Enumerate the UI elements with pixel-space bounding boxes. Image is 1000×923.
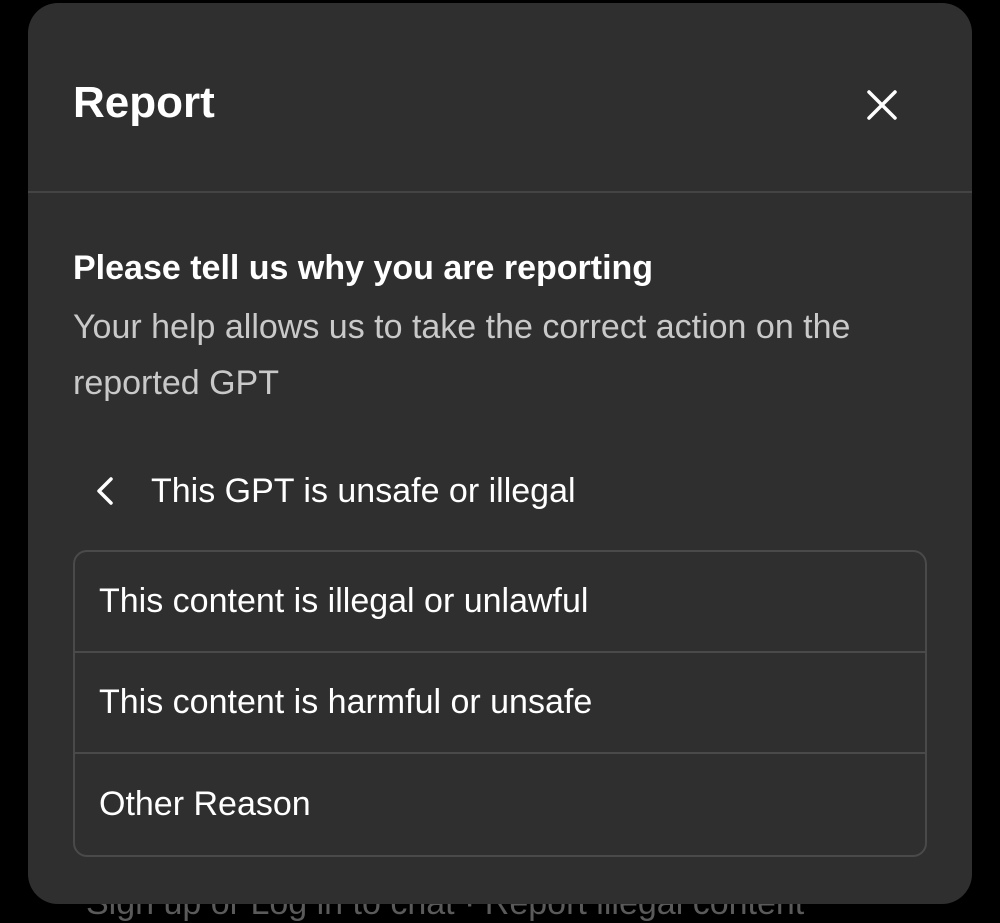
option-harmful-content[interactable]: This content is harmful or unsafe bbox=[75, 653, 925, 754]
dialog-title: Report bbox=[73, 78, 215, 127]
report-description: Your help allows us to take the correct … bbox=[73, 308, 851, 402]
back-button[interactable]: This GPT is unsafe or illegal bbox=[73, 463, 673, 519]
close-button[interactable] bbox=[860, 83, 904, 127]
option-label: This content is illegal or unlawful bbox=[99, 582, 589, 620]
chevron-left-icon bbox=[97, 477, 113, 505]
dialog-header: Report bbox=[28, 3, 972, 193]
reason-options-list: This content is illegal or unlawful This… bbox=[73, 550, 927, 857]
option-label: This content is harmful or unsafe bbox=[99, 683, 593, 721]
option-other-reason[interactable]: Other Reason bbox=[75, 754, 925, 855]
report-dialog: Report Please tell us why you are report… bbox=[28, 3, 972, 904]
close-icon bbox=[867, 90, 897, 120]
option-illegal-content[interactable]: This content is illegal or unlawful bbox=[75, 552, 925, 653]
category-label: This GPT is unsafe or illegal bbox=[151, 472, 576, 510]
report-heading: Please tell us why you are reporting bbox=[73, 249, 654, 287]
option-label: Other Reason bbox=[99, 785, 311, 823]
